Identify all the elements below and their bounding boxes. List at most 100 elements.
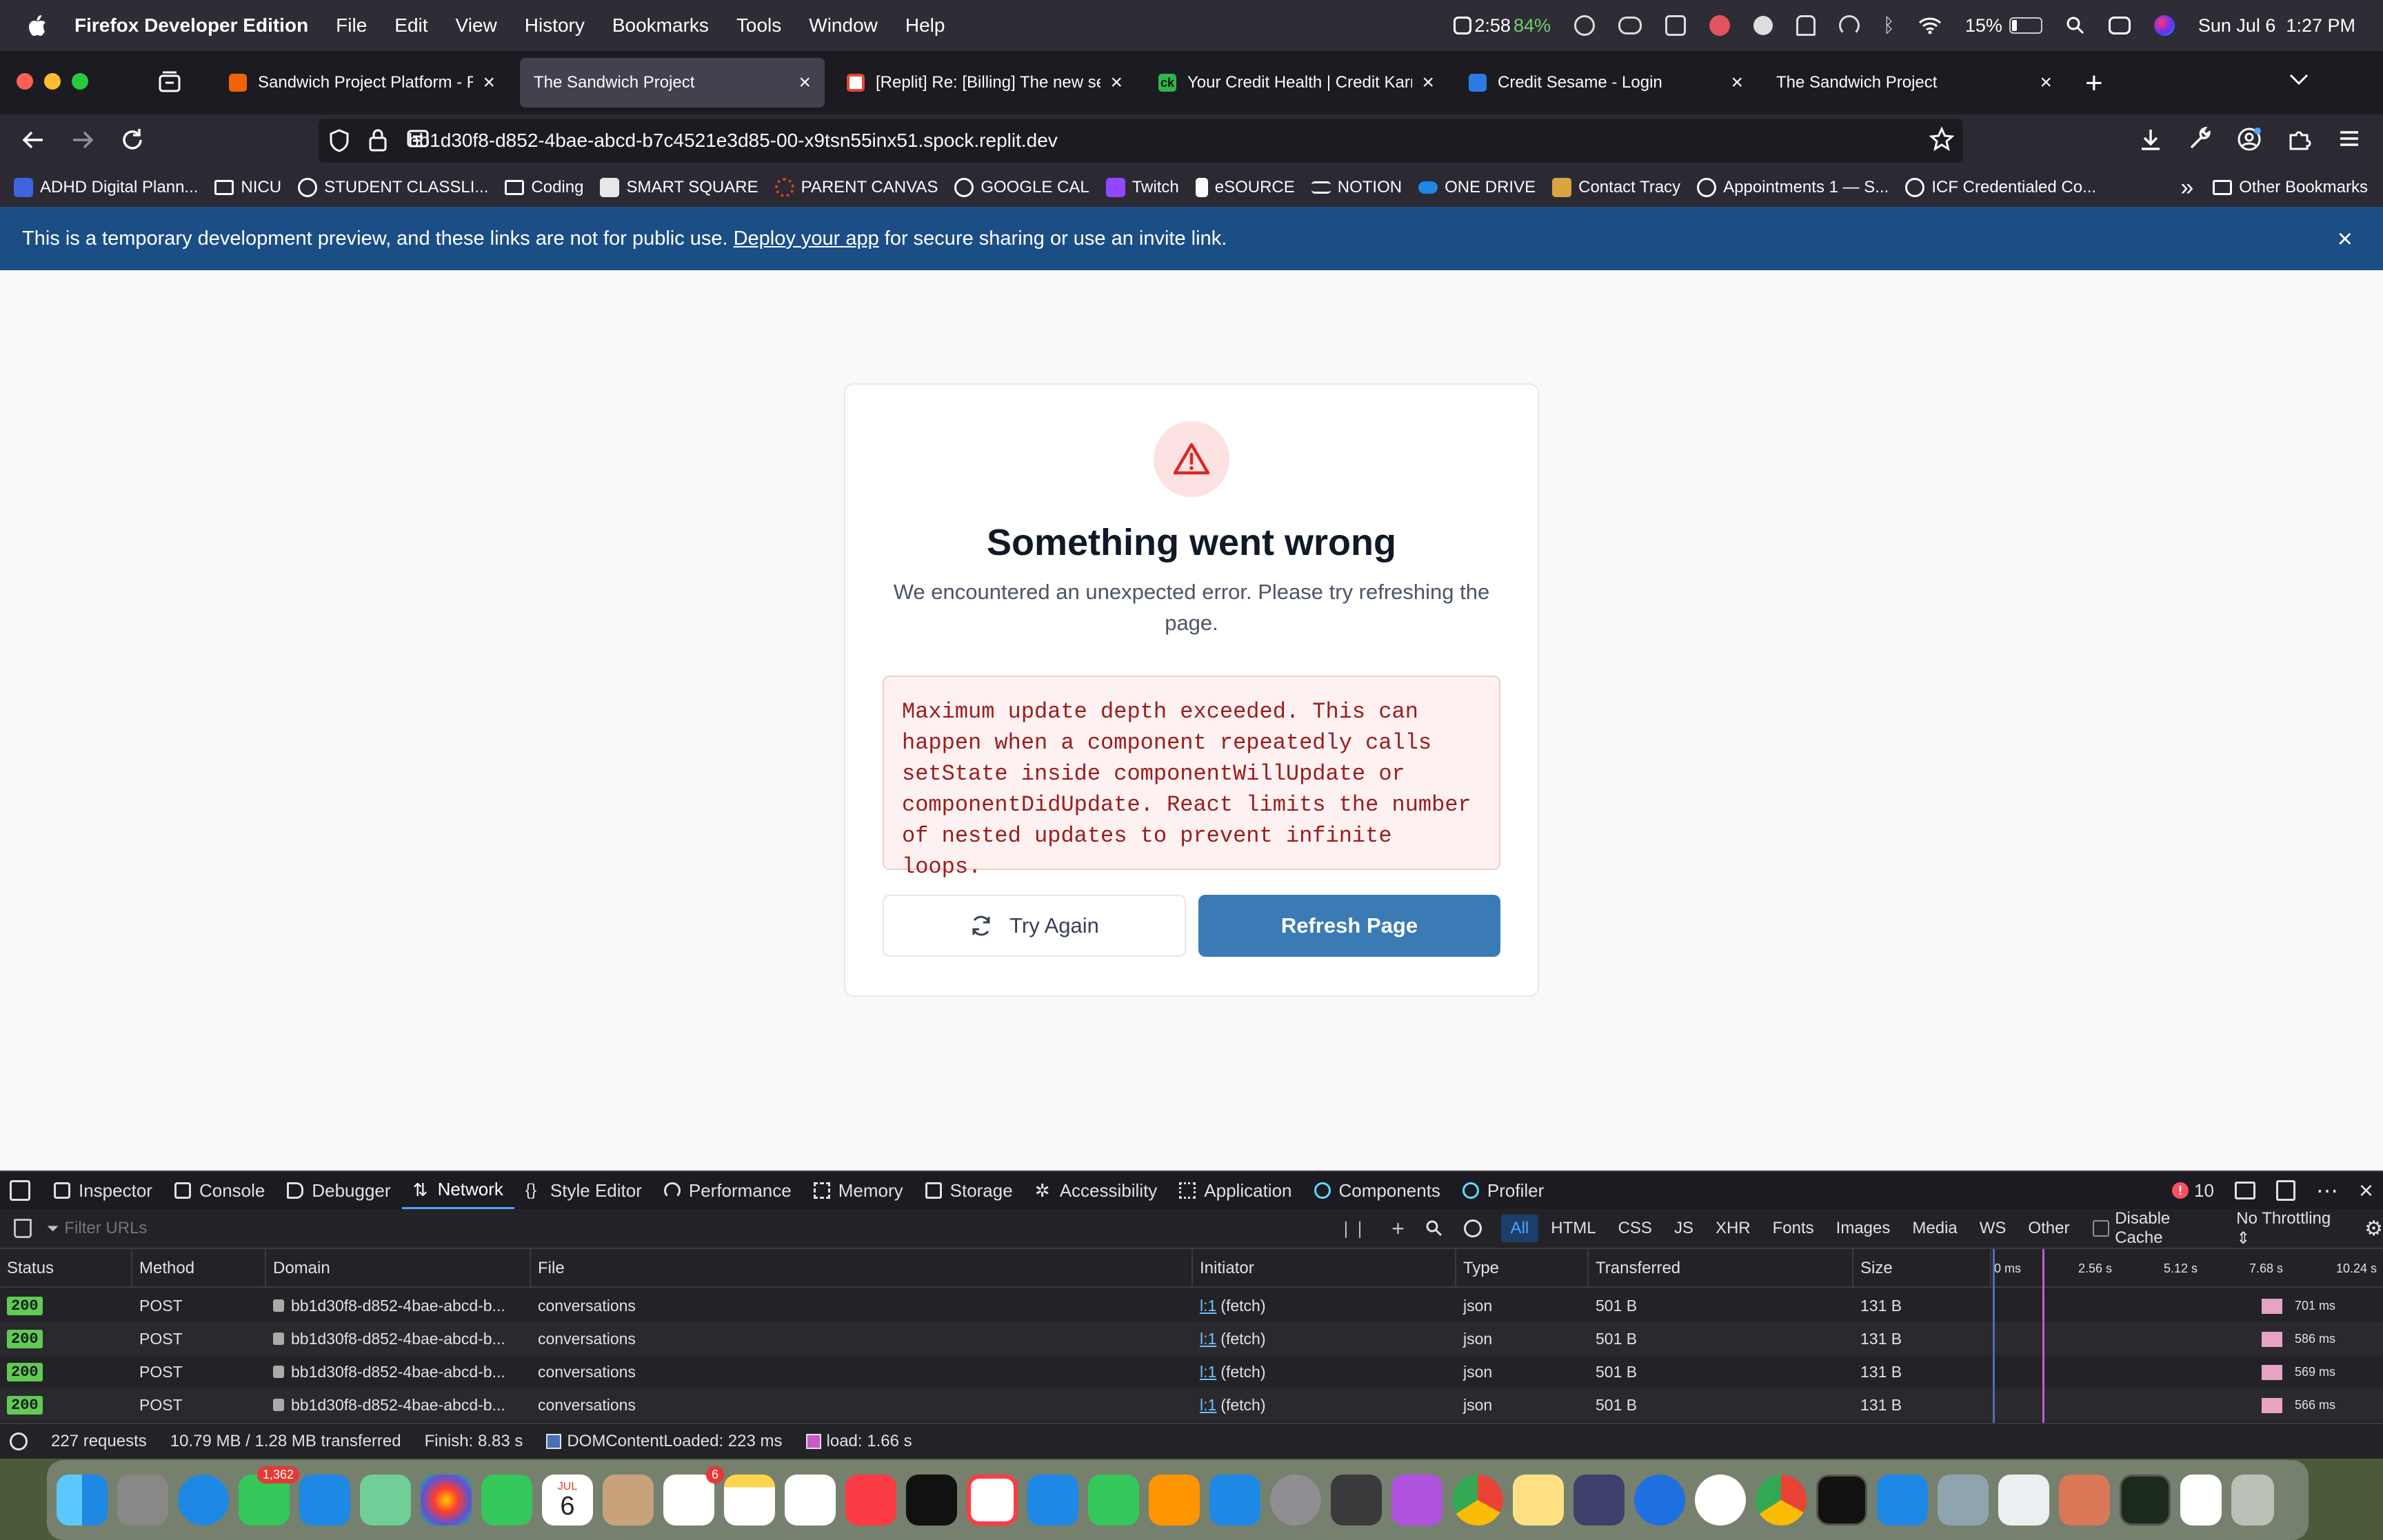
menu-help[interactable]: Help — [905, 14, 945, 37]
col-domain[interactable]: Domain — [266, 1249, 531, 1288]
tracking-protection-shield-icon[interactable] — [328, 128, 350, 153]
clock[interactable]: Sun Jul 6 1:27 PM — [2198, 15, 2355, 37]
filter-js[interactable]: JS — [1665, 1215, 1703, 1242]
notes-icon[interactable] — [724, 1475, 775, 1526]
account-icon[interactable] — [2237, 127, 2262, 152]
tab-replit-billing[interactable]: [Replit] Re: [Billing] The new set × — [833, 58, 1136, 108]
stickies-icon[interactable] — [1513, 1475, 1564, 1526]
col-file[interactable]: File — [531, 1249, 1193, 1288]
bookmark-star-icon[interactable] — [1929, 127, 1954, 152]
initiator-link[interactable]: l:1 — [1200, 1363, 1216, 1381]
col-waterfall[interactable]: 0 ms 2.56 s 5.12 s 7.68 s 10.24 s — [1991, 1249, 2383, 1288]
instruments-icon[interactable] — [1573, 1475, 1625, 1526]
app-store-icon[interactable] — [1209, 1475, 1260, 1526]
pages-icon[interactable] — [1149, 1475, 1200, 1526]
network-settings-gear-icon[interactable]: ⚙ — [2364, 1217, 2383, 1241]
close-tab-icon[interactable]: × — [1110, 71, 1123, 94]
wifi-icon[interactable] — [1918, 17, 1942, 34]
throttling-select[interactable]: No Throttling ⇕ — [2236, 1209, 2348, 1248]
table-row[interactable]: 200 POST bb1d30f8-d852-4bae-abcd-b... co… — [0, 1355, 2383, 1388]
filter-ws[interactable]: WS — [1970, 1215, 2016, 1242]
terminal-icon[interactable] — [1816, 1475, 1867, 1526]
bookmark-appointments[interactable]: Appointments 1 — S... — [1697, 178, 1889, 197]
status-app-icon-6[interactable] — [1796, 15, 1816, 36]
pause-icon[interactable]: ❘❘ — [1339, 1219, 1367, 1239]
iphone-mirroring-icon[interactable] — [1331, 1475, 1382, 1526]
extensions-puzzle-icon[interactable] — [2288, 127, 2311, 152]
url-text[interactable]: bb1d30f8-d852-4bae-abcd-b7c4521e3d85-00-… — [408, 130, 1058, 152]
url-bar[interactable]: bb1d30f8-d852-4bae-abcd-b7c4521e3d85-00-… — [319, 119, 1963, 163]
bookmark-google-cal[interactable]: GOOGLE CAL — [954, 178, 1089, 197]
tab-sandwich-project-active[interactable]: The Sandwich Project × — [520, 58, 825, 108]
devtools-tab-performance[interactable]: Performance — [653, 1172, 803, 1209]
refresh-page-button[interactable]: Refresh Page — [1198, 895, 1500, 957]
dock-side-icon[interactable] — [2275, 1180, 2295, 1201]
window-minimize-button[interactable] — [44, 73, 61, 90]
bookmark-twitch[interactable]: Twitch — [1105, 178, 1179, 197]
finder-icon[interactable] — [57, 1475, 108, 1526]
devtools-tab-components[interactable]: Components — [1303, 1172, 1451, 1209]
battery-status[interactable]: 15% — [1965, 15, 2042, 37]
app-menu-hamburger-icon[interactable] — [2337, 127, 2361, 150]
filter-html[interactable]: HTML — [1541, 1215, 1605, 1242]
activity-monitor-icon[interactable] — [2120, 1475, 2171, 1526]
firefox-developer-icon[interactable] — [1634, 1475, 1685, 1526]
menu-file[interactable]: File — [336, 14, 367, 37]
table-row[interactable]: 200 POST bb1d30f8-d852-4bae-abcd-b... co… — [0, 1322, 2383, 1355]
contacts-icon[interactable] — [603, 1475, 654, 1526]
devtools-tab-inspector[interactable]: Inspector — [43, 1172, 163, 1209]
document-file-icon[interactable] — [2180, 1475, 2222, 1526]
bookmark-smart-square[interactable]: SMART SQUARE — [600, 178, 758, 197]
filter-media[interactable]: Media — [1902, 1215, 1967, 1242]
window-close-button[interactable] — [17, 73, 33, 90]
initiator-link[interactable]: l:1 — [1200, 1297, 1216, 1315]
app-name[interactable]: Firefox Developer Edition — [74, 14, 308, 37]
siri-icon[interactable] — [2153, 15, 2175, 36]
facetime-icon[interactable] — [481, 1475, 532, 1526]
bookmark-adhd-digital-planner[interactable]: ADHD Digital Plann... — [14, 178, 198, 197]
airdrop-icon[interactable] — [1839, 15, 1860, 36]
devtools-tab-debugger[interactable]: Debugger — [276, 1172, 401, 1209]
preview-icon[interactable] — [1938, 1475, 1989, 1526]
close-tab-icon[interactable]: × — [1731, 71, 1743, 94]
element-picker-icon[interactable] — [10, 1180, 30, 1201]
developer-tools-wrench-icon[interactable] — [2187, 127, 2212, 152]
filter-other[interactable]: Other — [2018, 1215, 2079, 1242]
try-again-button[interactable]: Try Again — [883, 895, 1186, 957]
bookmark-parent-canvas[interactable]: PARENT CANVAS — [774, 178, 938, 197]
close-tab-icon[interactable]: × — [1422, 71, 1434, 94]
close-tab-icon[interactable]: × — [483, 71, 495, 94]
close-tab-icon[interactable]: × — [798, 71, 811, 94]
col-size[interactable]: Size — [1853, 1249, 1991, 1288]
filter-urls-input[interactable] — [64, 1219, 1291, 1238]
system-settings-icon[interactable] — [1270, 1475, 1321, 1526]
more-bookmarks-chevron-icon[interactable]: » — [2180, 174, 2193, 201]
devtools-tab-application[interactable]: Application — [1168, 1172, 1303, 1209]
tab-credit-karma[interactable]: ck Your Credit Health | Credit Karma × — [1145, 58, 1448, 108]
spotlight-search-icon[interactable] — [2066, 16, 2085, 35]
back-arrow-icon[interactable] — [19, 126, 47, 154]
bookmark-folder-nicu[interactable]: NICU — [214, 178, 281, 197]
lock-icon[interactable] — [368, 127, 388, 153]
menu-view[interactable]: View — [456, 14, 497, 37]
news-icon[interactable] — [967, 1475, 1018, 1526]
bookmark-contact-tracy[interactable]: Contact Tracy — [1552, 178, 1680, 197]
more-options-icon[interactable]: ⋯ — [2316, 1179, 2338, 1202]
devtools-tab-console[interactable]: Console — [163, 1172, 276, 1209]
status-app-icon-4[interactable] — [1709, 15, 1730, 36]
devtools-tab-memory[interactable]: Memory — [803, 1172, 914, 1209]
col-transferred[interactable]: Transferred — [1589, 1249, 1853, 1288]
new-tab-plus-icon[interactable]: + — [2085, 66, 2103, 101]
downloads-icon[interactable] — [2139, 127, 2162, 152]
devtools-tab-profiler[interactable]: Profiler — [1451, 1172, 1555, 1209]
trash-icon[interactable] — [2231, 1475, 2274, 1526]
filter-all[interactable]: All — [1500, 1215, 1539, 1242]
error-count-badge[interactable]: ! 10 — [2172, 1180, 2214, 1202]
apple-tv-icon[interactable] — [906, 1475, 957, 1526]
apple-menu-icon[interactable] — [0, 14, 74, 37]
bookmark-esource[interactable]: eSOURCE — [1195, 178, 1295, 197]
mail-icon[interactable] — [299, 1475, 350, 1526]
menu-edit[interactable]: Edit — [394, 14, 428, 37]
col-status[interactable]: Status — [0, 1249, 132, 1288]
status-app-icon-1[interactable] — [1574, 15, 1595, 36]
